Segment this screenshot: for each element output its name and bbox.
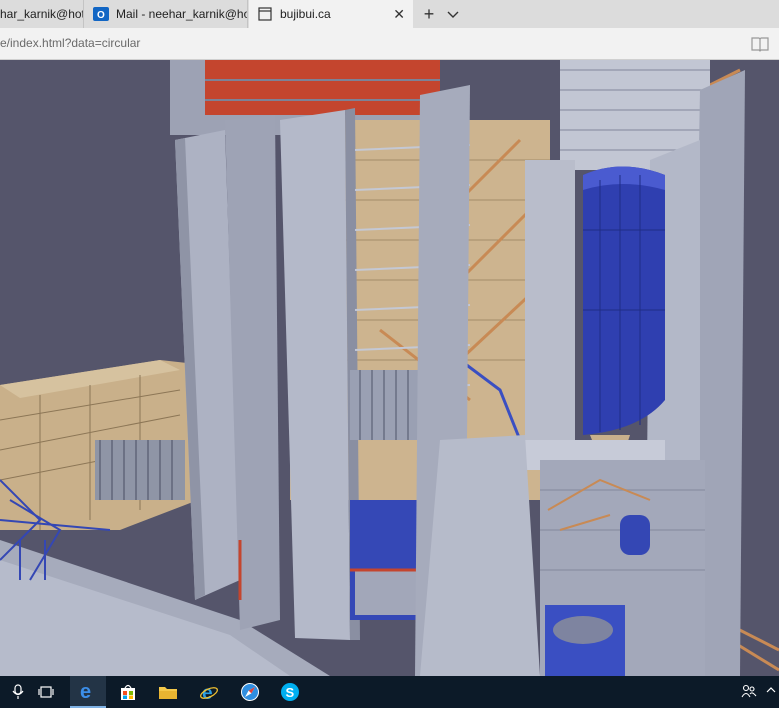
chevron-up-icon[interactable] [765,684,777,699]
task-view-icon[interactable] [28,676,64,708]
people-icon[interactable] [741,684,757,701]
ie-icon[interactable]: e [191,676,227,708]
page-icon [257,6,273,22]
safari-icon[interactable] [232,676,268,708]
edge-icon[interactable]: e [70,676,106,708]
3d-viewer[interactable] [0,60,779,676]
skype-icon[interactable]: S [272,676,308,708]
tab-mail[interactable]: O Mail - neehar_karnik@hotm [85,0,248,28]
reading-view-icon[interactable] [751,36,769,52]
close-tab-icon[interactable]: ✕ [393,6,405,23]
svg-text:S: S [286,685,295,700]
file-explorer-icon[interactable] [150,676,186,708]
tab-hotmail[interactable]: har_karnik@hotm [0,0,84,28]
store-icon[interactable] [110,676,146,708]
tab-label: bujibui.ca [280,7,331,21]
svg-text:O: O [97,10,105,21]
tab-label: Mail - neehar_karnik@hotm [116,7,247,21]
tab-bujibui[interactable]: bujibui.ca ✕ [249,0,413,28]
svg-text:e: e [80,681,91,701]
tab-label: har_karnik@hotm [0,7,83,21]
taskbar: e e S [0,676,779,708]
tab-strip: har_karnik@hotm O Mail - neehar_karnik@h… [0,0,779,28]
plant-model-render[interactable] [0,60,779,676]
outlook-icon: O [93,6,109,22]
svg-text:e: e [202,683,213,702]
new-tab-button[interactable]: + [418,3,440,25]
url-text[interactable]: e/index.html?data=circular [0,36,140,50]
chevron-down-icon[interactable] [444,5,462,23]
address-bar[interactable]: e/index.html?data=circular [0,28,779,60]
